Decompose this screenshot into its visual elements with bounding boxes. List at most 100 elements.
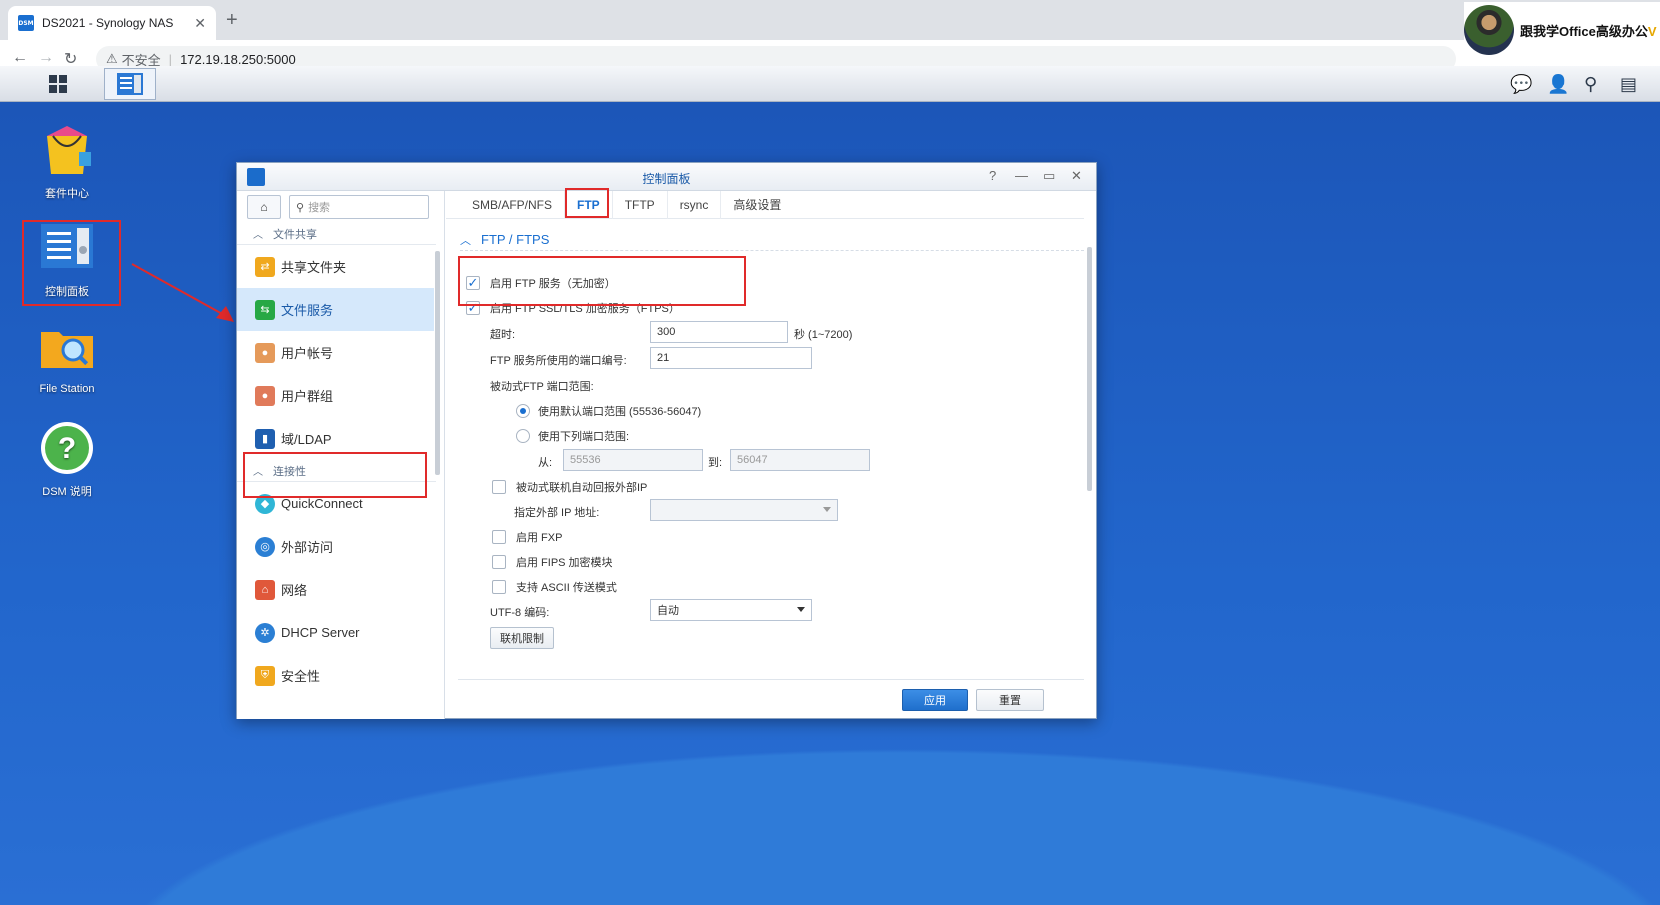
desktop-icon-dsm-help[interactable]: ? DSM 说明 — [17, 420, 117, 499]
timeout-unit: 秒 (1~7200) — [794, 329, 853, 341]
main-menu-icon — [49, 75, 67, 93]
network-house-icon: ⌂ — [255, 579, 275, 600]
tab-rsync[interactable]: rsync — [668, 190, 722, 219]
port-label: FTP 服务所使用的端口编号: — [490, 355, 627, 367]
home-icon: ⌂ — [260, 200, 268, 214]
sidebar-item-shared-folder[interactable]: ⇄ 共享文件夹 — [237, 245, 444, 288]
window-footer: 应用 重置 — [458, 679, 1084, 719]
tab-advanced[interactable]: 高级设置 — [721, 191, 793, 219]
home-button[interactable]: ⌂ — [247, 195, 281, 219]
desktop-icon-label: File Station — [39, 383, 95, 395]
enable-fxp-checkbox[interactable] — [492, 530, 506, 544]
default-range-radio[interactable] — [516, 404, 530, 418]
tab-title: DS2021 - Synology NAS — [42, 16, 174, 30]
desktop-icon-label: DSM 说明 — [42, 486, 92, 498]
external-ip-label: 指定外部 IP 地址: — [514, 507, 600, 519]
timeout-label: 超时: — [490, 329, 516, 341]
apply-button[interactable]: 应用 — [902, 689, 968, 711]
report-ip-row[interactable]: 被动式联机自动回报外部IP — [492, 479, 647, 495]
back-icon[interactable]: ← — [12, 49, 28, 67]
section-file-sharing[interactable]: ︿ 文件共享 — [237, 223, 436, 245]
custom-range-row[interactable]: 使用下列端口范围: — [516, 428, 629, 444]
search-icon: ⚲ — [296, 201, 305, 214]
user-icon[interactable]: 👤 — [1547, 74, 1569, 95]
watermark-badge: 跟我学Office高级办公V — [1464, 2, 1660, 58]
to-label: 到: — [708, 457, 723, 469]
search-icon[interactable]: ⚲ — [1584, 74, 1597, 95]
section-ftp-ftps[interactable]: ︿ FTP / FTPS — [460, 229, 1084, 251]
ascii-mode-checkbox[interactable] — [492, 580, 506, 594]
svg-text:?: ? — [58, 432, 76, 465]
browser-tab[interactable]: DSM DS2021 - Synology NAS ✕ — [8, 6, 216, 40]
sidebar-scrollbar[interactable] — [435, 251, 440, 475]
connection-limit-button[interactable]: 联机限制 — [490, 627, 554, 649]
desktop-icon-label: 套件中心 — [45, 188, 89, 200]
widgets-icon[interactable]: ▤ — [1620, 74, 1637, 95]
avatar — [1464, 5, 1514, 55]
sidebar-item-network[interactable]: ⌂ 网络 — [237, 568, 444, 611]
domain-ldap-icon: ▮ — [255, 428, 275, 449]
shared-folder-icon: ⇄ — [255, 256, 275, 277]
highlight-box-enable-options — [458, 256, 746, 306]
maximize-icon[interactable]: ▭ — [1043, 168, 1055, 184]
utf8-select[interactable]: 自动 — [650, 599, 812, 621]
search-placeholder: 搜索 — [308, 202, 331, 214]
external-ip-select[interactable] — [650, 499, 838, 521]
enable-fips-row[interactable]: 启用 FIPS 加密模块 — [492, 554, 613, 570]
annotation-arrow — [131, 263, 234, 322]
highlight-box-file-services — [243, 452, 427, 498]
highlight-box-ftp-tab — [565, 188, 609, 218]
timeout-input[interactable]: 300 — [650, 321, 788, 343]
enable-fips-checkbox[interactable] — [492, 555, 506, 569]
shield-icon: ⛨ — [255, 665, 275, 686]
sidebar-item-group[interactable]: ● 用户群组 — [237, 374, 444, 417]
chevron-down-icon — [823, 507, 831, 512]
chevron-up-icon: ︿ — [253, 230, 263, 241]
chevron-up-icon: ︿ — [460, 234, 471, 247]
control-panel-icon — [117, 73, 143, 95]
globe-icon: ◎ — [255, 536, 275, 557]
file-station-icon — [41, 332, 93, 368]
browser-tabbar: DSM DS2021 - Synology NAS ✕ + — [0, 0, 1660, 40]
sidebar-item-dhcp-server[interactable]: ✲ DHCP Server — [237, 611, 444, 654]
desktop-icon-file-station[interactable]: File Station — [17, 320, 117, 395]
sidebar-item-user[interactable]: ● 用户帐号 — [237, 331, 444, 374]
close-icon[interactable]: ✕ — [1071, 168, 1082, 184]
sidebar-item-file-services[interactable]: ⇆ 文件服务 — [237, 288, 434, 331]
url-separator: | — [168, 51, 173, 67]
warning-icon[interactable]: ⚠ — [106, 51, 118, 67]
taskbar-control-panel-button[interactable] — [104, 68, 156, 100]
dsm-taskbar: 💬 👤 ⚲ ▤ — [0, 66, 1660, 102]
forward-icon[interactable]: → — [38, 49, 54, 67]
enable-fxp-row[interactable]: 启用 FXP — [492, 529, 562, 545]
content-scrollbar[interactable] — [1087, 247, 1092, 491]
group-icon: ● — [255, 385, 275, 406]
desktop-icon-package-center[interactable]: 套件中心 — [17, 122, 117, 201]
port-input[interactable]: 21 — [650, 347, 812, 369]
package-center-icon — [47, 126, 91, 174]
url-text: 172.19.18.250:5000 — [180, 51, 296, 67]
search-input[interactable]: ⚲ 搜索 — [289, 195, 429, 219]
custom-range-radio[interactable] — [516, 429, 530, 443]
from-port-input[interactable]: 55536 — [563, 449, 703, 471]
sidebar-item-security[interactable]: ⛨ 安全性 — [237, 654, 444, 697]
chevron-down-icon — [797, 607, 805, 612]
default-range-row[interactable]: 使用默认端口范围 (55536-56047) — [516, 403, 701, 419]
window-titlebar[interactable]: 控制面板 ? — ▭ ✕ — [237, 163, 1096, 191]
new-tab-button[interactable]: + — [226, 9, 238, 32]
tab-bar: SMB/AFP/NFS FTP TFTP rsync 高级设置 — [446, 190, 1084, 219]
reset-button[interactable]: 重置 — [976, 689, 1044, 711]
tab-smb-afp-nfs[interactable]: SMB/AFP/NFS — [460, 190, 566, 219]
main-menu-button[interactable] — [32, 68, 84, 100]
report-ip-checkbox[interactable] — [492, 480, 506, 494]
ascii-mode-row[interactable]: 支持 ASCII 传送模式 — [492, 579, 617, 595]
minimize-icon[interactable]: — — [1015, 168, 1028, 183]
to-port-input[interactable]: 56047 — [730, 449, 870, 471]
tab-tftp[interactable]: TFTP — [613, 190, 668, 219]
help-icon[interactable]: ? — [989, 168, 996, 183]
passive-range-label: 被动式FTP 端口范围: — [490, 381, 594, 393]
sidebar-item-external-access[interactable]: ◎ 外部访问 — [237, 525, 444, 568]
notifications-icon[interactable]: 💬 — [1510, 74, 1532, 95]
help-icon: ? — [41, 422, 93, 474]
tab-close-icon[interactable]: ✕ — [194, 15, 206, 32]
